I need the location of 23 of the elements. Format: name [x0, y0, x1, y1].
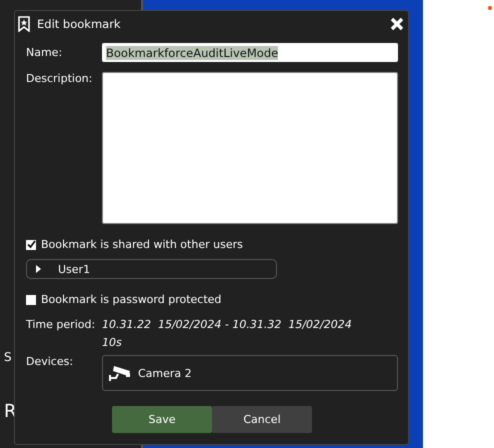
checkbox[interactable]: [26, 240, 36, 250]
name-label: Name:: [26, 46, 64, 59]
user-row[interactable]: User1: [26, 259, 277, 279]
checkbox[interactable]: [26, 294, 36, 304]
close-button[interactable]: [388, 15, 406, 33]
save-button[interactable]: Save: [112, 406, 212, 433]
checkbox-label: Bookmark is shared with other users: [41, 238, 243, 251]
duration: 10s: [102, 336, 123, 349]
expand-arrow-icon[interactable]: [36, 265, 41, 273]
camera-icon: [108, 364, 132, 382]
device-name[interactable]: Camera 2: [138, 366, 192, 380]
dialog-title: Edit bookmark: [37, 17, 121, 31]
description-label: Description:: [26, 72, 94, 87]
panel-label: S: [4, 350, 12, 364]
bookmark-icon: [18, 16, 30, 32]
time-range: 10.31.22 15/02/2024 - 10.31.32 15/02/2024: [102, 318, 352, 331]
status-dot-icon: [488, 6, 492, 10]
checkbox-label: Bookmark is password protected: [41, 293, 222, 306]
devices-label: Devices:: [26, 355, 74, 370]
time-period-label: Time period:: [26, 318, 96, 333]
description-field[interactable]: [102, 72, 398, 224]
cancel-button[interactable]: Cancel: [212, 406, 312, 433]
name-field[interactable]: BookmarkforceAuditLiveMode: [102, 43, 398, 62]
